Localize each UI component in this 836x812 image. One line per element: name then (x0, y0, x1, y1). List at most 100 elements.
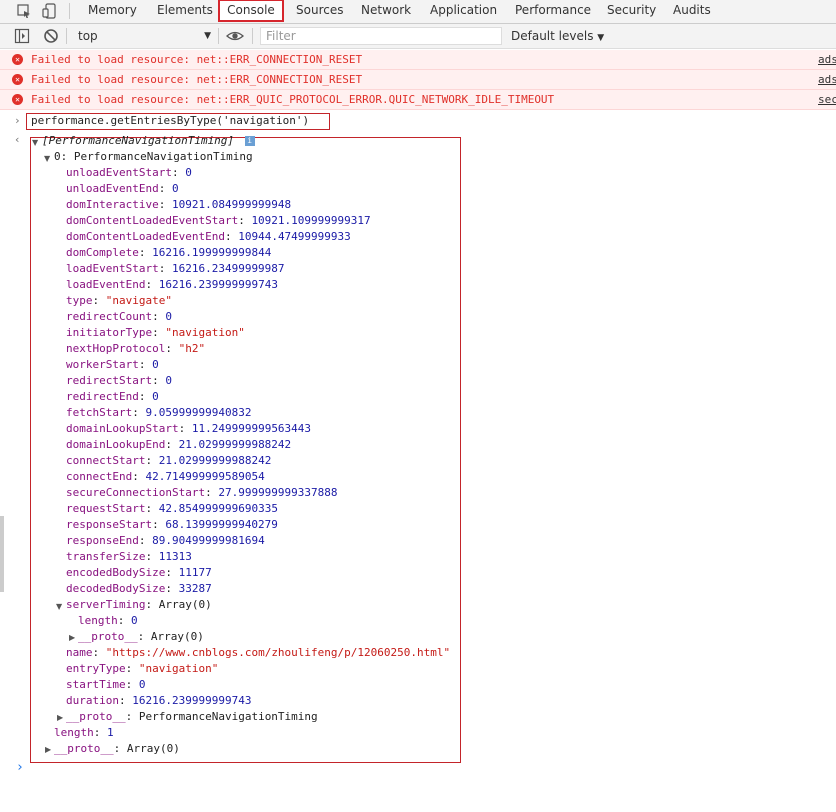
property-value: 0 (138, 678, 146, 691)
entry-label[interactable]: 0: PerformanceNavigationTiming (54, 149, 253, 165)
property-value: 0 (152, 358, 159, 371)
console-command[interactable]: performance.getEntriesByType('navigation… (31, 113, 309, 129)
property-value: 21.02999999988242 (158, 454, 272, 467)
property-value: 10921.109999999317 (251, 214, 371, 227)
filter-input[interactable]: Filter (260, 27, 502, 45)
log-levels-dropdown[interactable]: Default levels ▼ (511, 27, 604, 47)
property-value: "h2" (178, 342, 206, 355)
property-key: redirectStart (66, 374, 153, 387)
property-row[interactable]: __proto__: Array(0) (54, 741, 180, 757)
property-value: "https://www.cnblogs.com/zhoulifeng/p/12… (105, 646, 451, 659)
error-text: Failed to load resource: net::ERR_CONNEC… (31, 73, 363, 86)
error-icon: ✕ (12, 54, 23, 65)
property-row: domComplete: 16216.199999999844 (66, 246, 272, 259)
property-value: 0 (185, 166, 192, 179)
property-key: unloadEventEnd (66, 182, 159, 195)
error-source-link[interactable]: sec (818, 93, 836, 106)
error-text: Failed to load resource: net::ERR_CONNEC… (31, 53, 363, 66)
property-row: length: 1 (54, 726, 114, 739)
property-value: "navigation" (138, 662, 219, 675)
error-source-link[interactable]: ads (818, 73, 836, 86)
property-key: loadEventStart (66, 262, 159, 275)
dropdown-arrow-icon: ▼ (597, 33, 605, 43)
property-row: domInteractive: 10921.084999999948 (66, 198, 292, 211)
property-row[interactable]: serverTiming: Array(0) (66, 597, 212, 613)
dropdown-arrow-icon: ▼ (204, 31, 211, 41)
console-toolbar: top ▼ Filter Default levels ▼ (0, 24, 836, 49)
property-row: type: "navigate" (66, 294, 172, 307)
property-key: transferSize (66, 550, 146, 563)
device-toolbar-icon[interactable] (42, 3, 58, 19)
tab-application[interactable]: Application (430, 0, 497, 22)
toolbar-separator (218, 28, 219, 44)
property-value: 10921.084999999948 (171, 198, 292, 211)
collapsed-triangle-icon[interactable]: ▶ (57, 713, 63, 722)
property-key: responseStart (66, 518, 153, 531)
property-value: 42.714999999589054 (145, 470, 265, 483)
property-row: fetchStart: 9.05999999940832 (66, 406, 252, 419)
property-value: 0 (171, 182, 179, 195)
property-value: "navigate" (105, 294, 172, 307)
property-key: fetchStart (66, 406, 133, 419)
property-value: 27.999999999337888 (218, 486, 338, 499)
error-source-link[interactable]: ads (818, 53, 836, 66)
tab-console[interactable]: Console (218, 0, 284, 22)
tab-network[interactable]: Network (361, 0, 411, 22)
tab-elements[interactable]: Elements (157, 0, 213, 22)
property-value: 33287 (178, 582, 212, 595)
property-key: type (66, 294, 93, 307)
tab-performance[interactable]: Performance (515, 0, 591, 22)
property-key: decodedBodySize (66, 582, 166, 595)
property-key: responseEnd (66, 534, 139, 547)
expanded-triangle-icon[interactable]: ▼ (44, 154, 50, 163)
property-row: unloadEventEnd: 0 (66, 182, 179, 195)
show-sidebar-icon[interactable] (14, 28, 30, 44)
property-row: requestStart: 42.854999999690335 (66, 502, 278, 515)
tab-audits[interactable]: Audits (673, 0, 711, 22)
property-row: decodedBodySize: 33287 (66, 582, 212, 595)
collapsed-triangle-icon[interactable]: ▶ (69, 633, 75, 642)
tab-sources[interactable]: Sources (296, 0, 343, 22)
property-row: startTime: 0 (66, 678, 146, 691)
property-row[interactable]: __proto__: PerformanceNavigationTiming (66, 709, 318, 725)
collapsed-triangle-icon[interactable]: ▶ (45, 745, 51, 754)
property-value: 11177 (178, 566, 212, 579)
console-prompt-icon[interactable]: › (16, 760, 24, 775)
toolbar-separator (252, 28, 253, 44)
result-header[interactable]: [PerformanceNavigationTiming] i (42, 133, 255, 149)
property-row: responseStart: 68.13999999940279 (66, 518, 278, 531)
property-value: 16216.239999999743 (158, 278, 278, 291)
devtools-tab-bar: Memory Elements Console Sources Network … (0, 0, 836, 24)
property-key: startTime (66, 678, 126, 691)
property-key: domContentLoadedEventEnd (66, 230, 225, 243)
property-key: secureConnectionStart (66, 486, 206, 499)
property-value: 42.854999999690335 (158, 502, 278, 515)
property-row: domContentLoadedEventEnd: 10944.47499999… (66, 230, 351, 243)
property-row: duration: 16216.239999999743 (66, 694, 252, 707)
drawer-resizer[interactable] (0, 516, 4, 592)
property-row: domainLookupEnd: 21.02999999988242 (66, 438, 292, 451)
tab-security[interactable]: Security (607, 0, 656, 22)
property-key: redirectEnd (66, 390, 139, 403)
property-value: 16216.23499999987 (171, 262, 285, 275)
output-chevron-icon: ‹ (14, 133, 21, 146)
property-key: redirectCount (66, 310, 153, 323)
expanded-triangle-icon[interactable]: ▼ (32, 138, 38, 147)
property-key: domInteractive (66, 198, 159, 211)
property-row: connectEnd: 42.714999999589054 (66, 470, 265, 483)
expanded-triangle-icon[interactable]: ▼ (56, 602, 62, 611)
property-row: domainLookupStart: 11.249999999563443 (66, 422, 312, 435)
clear-console-icon[interactable] (43, 28, 59, 44)
error-text: Failed to load resource: net::ERR_QUIC_P… (31, 93, 555, 106)
property-key: loadEventEnd (66, 278, 146, 291)
console-error-message: ✕ Failed to load resource: net::ERR_CONN… (0, 50, 836, 70)
property-row: domContentLoadedEventStart: 10921.109999… (66, 214, 371, 227)
tab-memory[interactable]: Memory (88, 0, 137, 22)
context-selector[interactable]: top ▼ (71, 27, 213, 45)
property-value: 11313 (158, 550, 192, 563)
input-chevron-icon: › (14, 114, 21, 127)
inspect-element-icon[interactable] (16, 3, 32, 19)
property-value: 68.13999999940279 (165, 518, 278, 531)
property-row[interactable]: __proto__: Array(0) (78, 629, 204, 645)
eye-icon[interactable] (226, 28, 244, 44)
